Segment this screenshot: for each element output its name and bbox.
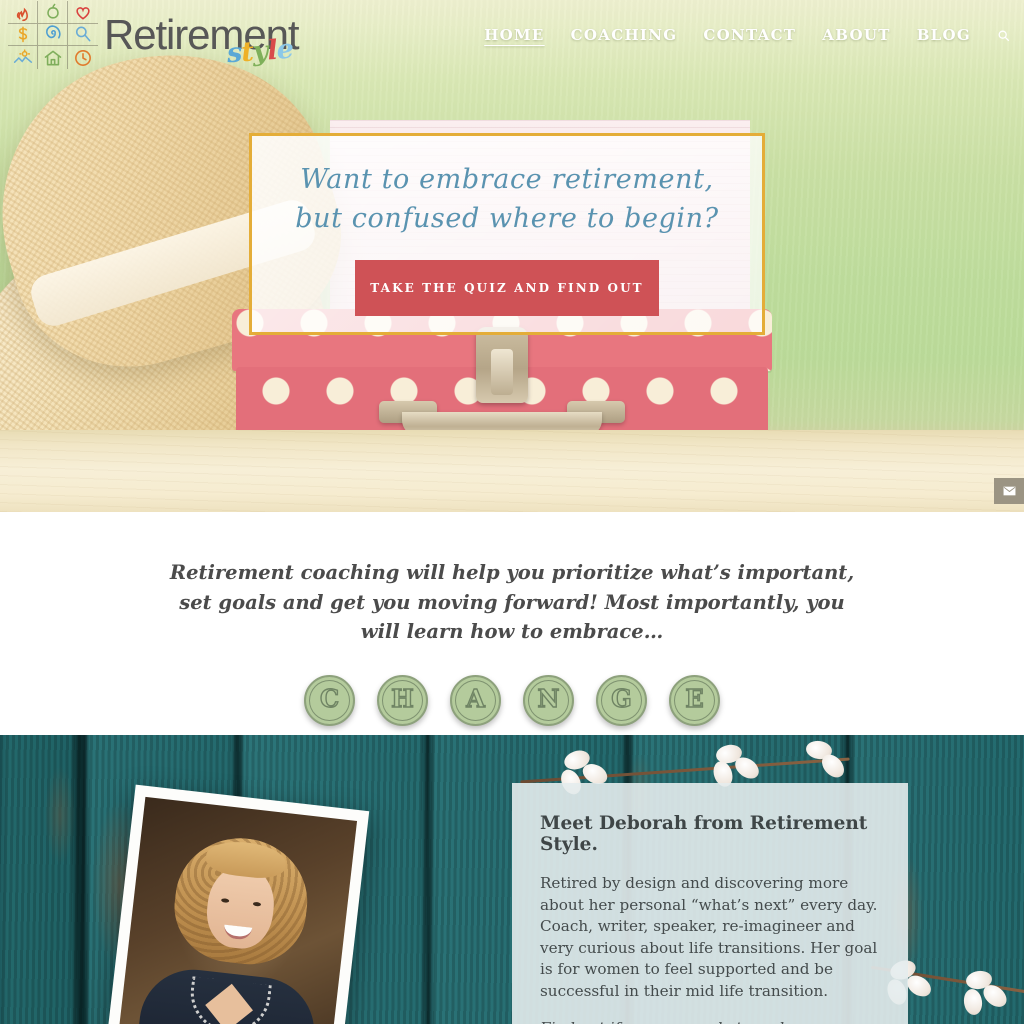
change-badge-a[interactable]: A: [450, 674, 501, 726]
about-body: Retired by design and discovering more a…: [540, 874, 878, 1000]
flame-icon: [8, 1, 38, 24]
about-title: Meet Deborah from Retirement Style.: [540, 813, 868, 855]
spiral-icon: [38, 23, 68, 47]
hero-headline-line-2: but confused where to begin?: [295, 203, 719, 235]
change-badge-letter: E: [685, 684, 705, 714]
change-badge-letter: H: [390, 684, 414, 714]
deborah-photo: [101, 784, 370, 1024]
take-the-quiz-button[interactable]: TAKE THE QUIZ AND FIND OUT: [355, 260, 659, 317]
hero-headline-line-1: Want to embrace retirement,: [300, 164, 714, 195]
about-section: Meet Deborah from Retirement Style. Reti…: [0, 735, 1024, 1024]
change-badge-letter: A: [466, 684, 486, 714]
change-badge-letter: G: [611, 684, 633, 714]
dollar-sign-icon: [8, 23, 38, 47]
house-icon: [38, 46, 68, 69]
apple-icon: [38, 1, 68, 24]
change-badge-n[interactable]: N: [523, 674, 574, 726]
logo-script-letter-e: e: [275, 33, 294, 66]
envelope-icon[interactable]: [994, 478, 1024, 504]
hero-section: Retirement style HOME COACHING CONTACT A…: [0, 0, 1024, 512]
hero-headline: Want to embrace retirement, but confused…: [295, 160, 718, 238]
intro-tagline-line-2: moving forward! Most importantly, you wi…: [360, 590, 845, 644]
mountains-sunrise-icon: [8, 46, 38, 69]
about-cta-link[interactable]: Find out if you are ready to embrace ret…: [540, 1019, 880, 1024]
intro-tagline: Retirement coaching will help you priori…: [162, 558, 862, 647]
change-badge-letter: C: [319, 684, 340, 714]
site-header: Retirement style HOME COACHING CONTACT A…: [0, 0, 1024, 70]
hero-callout-card: Want to embrace retirement, but confused…: [249, 133, 765, 335]
search-icon[interactable]: [997, 29, 1010, 42]
change-badge-g[interactable]: G: [596, 674, 647, 726]
suitcase-latch: [476, 327, 528, 403]
change-badges: C H A N G E: [304, 674, 720, 726]
intro-section: Retirement coaching will help you priori…: [0, 512, 1024, 735]
deborah-portrait: [117, 796, 358, 1024]
nav-item-coaching[interactable]: COACHING: [571, 26, 678, 44]
nav-item-blog[interactable]: BLOG: [917, 26, 971, 44]
nav-item-contact[interactable]: CONTACT: [703, 26, 796, 44]
change-badge-letter: N: [537, 684, 560, 714]
nav-item-home[interactable]: HOME: [484, 26, 544, 44]
logo-script-text: style: [226, 33, 294, 70]
logo-icon-grid: [8, 1, 98, 69]
magnifying-glass-icon: [68, 24, 98, 47]
main-navigation: HOME COACHING CONTACT ABOUT BLOG: [484, 26, 1024, 44]
change-badge-c[interactable]: C: [304, 674, 355, 726]
necklace: [186, 976, 272, 1024]
change-badge-h[interactable]: H: [377, 674, 428, 726]
about-card: Meet Deborah from Retirement Style. Reti…: [512, 783, 908, 1024]
heart-icon: [68, 1, 98, 24]
site-logo[interactable]: Retirement style: [0, 1, 300, 70]
change-badge-e[interactable]: E: [669, 674, 720, 726]
nav-item-about[interactable]: ABOUT: [822, 26, 890, 44]
logo-wordmark: Retirement style: [104, 14, 300, 70]
clock-icon: [68, 46, 98, 69]
wooden-table-surface: [0, 430, 1024, 512]
